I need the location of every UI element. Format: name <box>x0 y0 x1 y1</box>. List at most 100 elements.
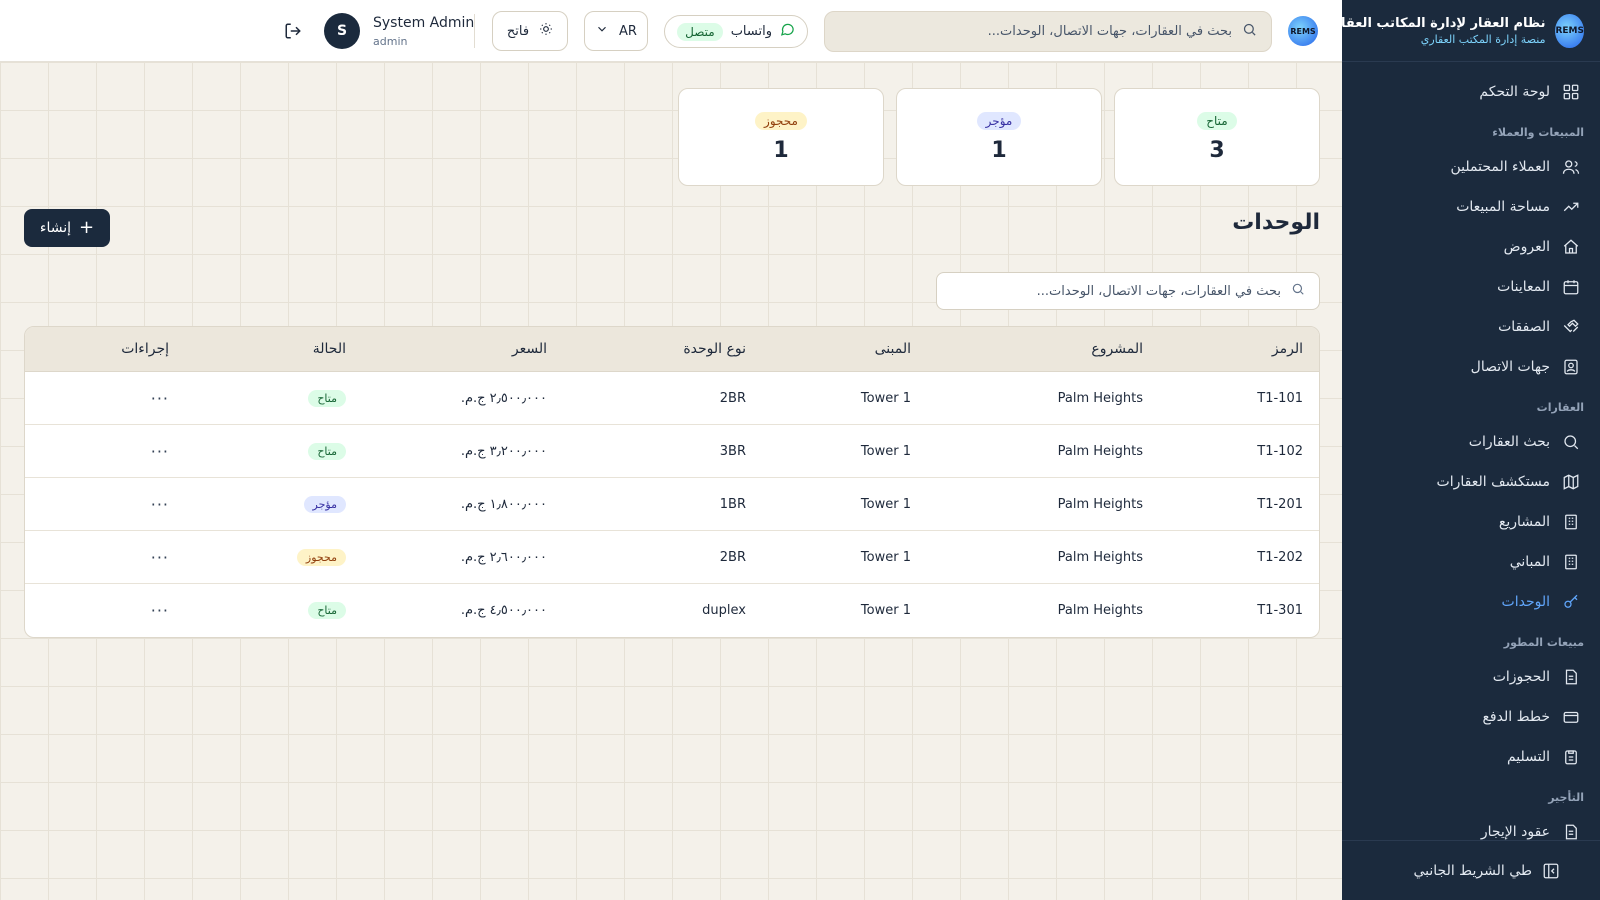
cell-code: T1-102 <box>1257 443 1303 459</box>
sidebar-item[interactable]: العملاء المحتملين <box>1342 147 1600 187</box>
sidebar-item-label: المباني <box>1509 554 1550 570</box>
app-logo[interactable]: REMS <box>1288 16 1318 46</box>
header-building[interactable]: المبنى <box>875 327 911 371</box>
clipboard-icon <box>1562 748 1580 766</box>
cell-type: 3BR <box>719 443 746 459</box>
sidebar-collapse-button[interactable]: طي الشريط الجانبي <box>1342 840 1600 900</box>
search-icon <box>1242 22 1257 41</box>
cell-building: Tower 1 <box>860 390 911 406</box>
header-status[interactable]: الحالة <box>313 327 346 371</box>
sidebar-item[interactable]: المعاينات <box>1342 267 1600 307</box>
table-header: الرمز المشروع المبنى نوع الوحدة السعر ال… <box>25 327 1319 372</box>
sidebar-item[interactable]: بحث العقارات <box>1342 422 1600 462</box>
contact-icon <box>1562 358 1580 376</box>
cell-status: مؤجر <box>303 478 346 530</box>
table-row[interactable]: T1-102 Palm Heights Tower 1 3BR ٣٫٢٠٠٫٠٠٠ ج.… <box>25 425 1319 478</box>
sidebar-item-label: العروض <box>1503 239 1550 255</box>
more-actions-icon[interactable]: ··· <box>151 425 169 477</box>
search-icon <box>1562 433 1580 451</box>
sidebar-scroll[interactable]: لوحة التحكم المبيعات والعملاء العملاء المح… <box>1342 62 1600 840</box>
search-icon <box>1291 282 1305 300</box>
key-icon <box>1562 593 1580 611</box>
cell-price: ٢٫٥٠٠٫٠٠٠ ج.م. <box>460 390 547 406</box>
sidebar-item[interactable]: لوحة التحكم <box>1342 72 1600 112</box>
table-body: T1-101 Palm Heights Tower 1 2BR ٢٫٥٠٠٫٠٠٠ ج.… <box>25 372 1319 637</box>
sidebar-item[interactable]: الوحدات <box>1342 582 1600 622</box>
sidebar-item[interactable]: جهات الاتصال <box>1342 347 1600 387</box>
sidebar-item-label: المعاينات <box>1497 279 1550 295</box>
status-badge: محجوز <box>296 548 346 566</box>
avatar[interactable]: S <box>324 13 360 49</box>
cell-project: Palm Heights <box>1057 390 1143 406</box>
sidebar-brand: REMS نظام العقار لإدارة المكاتب العقارية… <box>1321 0 1600 62</box>
sidebar-item-label: جهات الاتصال <box>1470 359 1550 375</box>
units-search-input[interactable]: بحث في العقارات، جهات الاتصال، الوحدات..… <box>936 272 1320 310</box>
home-icon <box>1562 238 1580 256</box>
sidebar-item[interactable]: مستكشف العقارات <box>1342 462 1600 502</box>
cell-status: متاح <box>308 372 346 424</box>
topbar: S System Admin admin فاتح AR واتساب متصل… <box>0 0 1342 62</box>
table-row[interactable]: T1-202 Palm Heights Tower 1 2BR ٢٫٦٠٠٫٠٠٠ ج.… <box>25 531 1319 584</box>
sidebar-item[interactable]: المباني <box>1342 542 1600 582</box>
plus-icon: + <box>79 217 95 238</box>
units-table: الرمز المشروع المبنى نوع الوحدة السعر ال… <box>24 326 1320 638</box>
sun-icon <box>539 22 553 40</box>
collapse-icon <box>1542 862 1560 880</box>
sidebar-item[interactable]: العروض <box>1342 227 1600 267</box>
sidebar-item[interactable]: خطط الدفع <box>1342 697 1600 737</box>
chevron-down-icon <box>595 22 609 40</box>
brand-logo[interactable]: REMS <box>1555 13 1584 48</box>
whatsapp-label: واتساب <box>730 24 772 39</box>
stat-value: 1 <box>773 137 789 163</box>
sidebar-section-label: المبيعات والعملاء <box>1492 126 1584 139</box>
sidebar-item[interactable]: الصفقات <box>1342 307 1600 347</box>
header-code[interactable]: الرمز <box>1272 327 1303 371</box>
sidebar-item[interactable]: مساحة المبيعات <box>1342 187 1600 227</box>
divider <box>474 14 475 48</box>
sidebar-item-label: مساحة المبيعات <box>1456 199 1550 215</box>
more-actions-icon[interactable]: ··· <box>151 478 169 530</box>
cell-code: T1-301 <box>1257 603 1303 618</box>
create-label: إنشاء <box>39 220 72 236</box>
sidebar-item[interactable]: المشاريع <box>1342 502 1600 542</box>
card-icon <box>1562 708 1580 726</box>
theme-toggle-button[interactable]: فاتح <box>492 11 568 51</box>
stat-value: 1 <box>991 137 1007 163</box>
global-search-input[interactable]: بحث في العقارات، جهات الاتصال، الوحدات..… <box>824 11 1272 52</box>
more-actions-icon[interactable]: ··· <box>151 372 169 424</box>
header-price[interactable]: السعر <box>512 327 547 371</box>
create-button[interactable]: + إنشاء <box>24 209 110 247</box>
grid-icon <box>1562 83 1580 101</box>
sidebar-item-label: الصفقات <box>1498 319 1550 335</box>
stat-label: محجوز <box>755 111 807 130</box>
sidebar-section-label: مبيعات المطور <box>1503 636 1584 649</box>
language-select[interactable]: AR <box>584 11 648 51</box>
cell-type: 1BR <box>719 496 746 512</box>
more-actions-icon[interactable]: ··· <box>151 531 169 583</box>
sidebar-item-label: مستكشف العقارات <box>1436 474 1550 490</box>
cell-type: 2BR <box>719 390 746 406</box>
header-type[interactable]: نوع الوحدة <box>683 327 746 371</box>
status-badge: متاح <box>308 602 346 619</box>
building-icon <box>1562 553 1580 571</box>
page-title: الوحدات <box>1232 210 1320 235</box>
cell-price: ١٫٨٠٠٫٠٠٠ ج.م. <box>460 496 547 512</box>
table-row[interactable]: T1-101 Palm Heights Tower 1 2BR ٢٫٥٠٠٫٠٠٠ ج.… <box>25 372 1319 425</box>
logout-icon[interactable] <box>284 22 302 40</box>
doc-icon <box>1562 823 1580 840</box>
sidebar-item[interactable]: التسليم <box>1342 737 1600 777</box>
table-row[interactable]: T1-301 Palm Heights Tower 1 duplex ٤٫٥٠٠٫٠٠٠… <box>25 584 1319 637</box>
whatsapp-status[interactable]: واتساب متصل <box>664 15 808 48</box>
sidebar-item-label: التسليم <box>1506 749 1550 765</box>
sidebar-item[interactable]: الحجوزات <box>1342 657 1600 697</box>
cell-project: Palm Heights <box>1057 496 1143 512</box>
sidebar-item-label: المشاريع <box>1498 514 1550 530</box>
cell-code: T1-101 <box>1257 390 1303 406</box>
calendar-icon <box>1562 278 1580 296</box>
more-actions-icon[interactable]: ··· <box>151 584 169 637</box>
sidebar-item[interactable]: عقود الإيجار <box>1342 812 1600 840</box>
whatsapp-icon <box>780 22 795 41</box>
header-project[interactable]: المشروع <box>1091 327 1143 371</box>
status-badge: متصل <box>677 22 723 41</box>
table-row[interactable]: T1-201 Palm Heights Tower 1 1BR ١٫٨٠٠٫٠٠٠ ج.… <box>25 478 1319 531</box>
